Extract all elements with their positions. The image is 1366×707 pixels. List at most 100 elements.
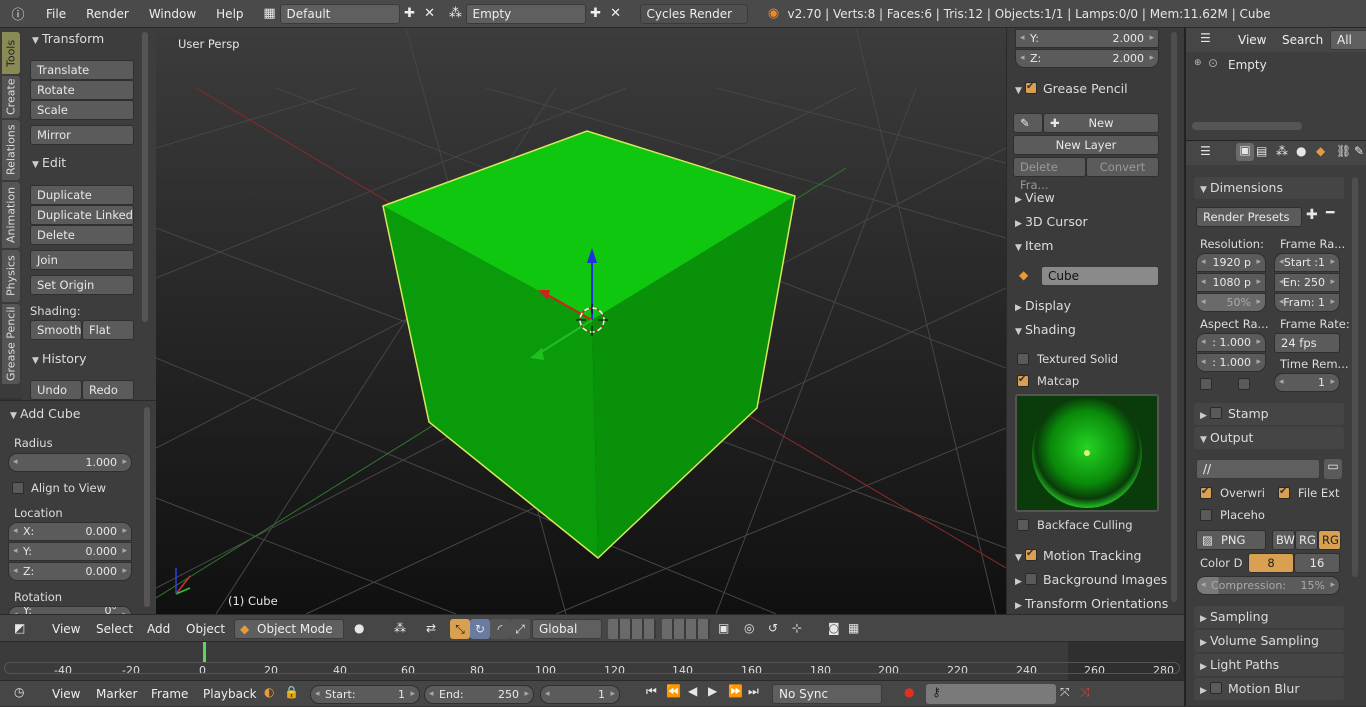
outliner-search-menu[interactable]: Search bbox=[1282, 28, 1323, 52]
menu-render[interactable]: Render bbox=[76, 0, 139, 28]
properties-scrollbar[interactable] bbox=[1352, 177, 1358, 577]
outliner-view-menu[interactable]: View bbox=[1238, 28, 1266, 52]
set-origin-dropdown[interactable]: Set Origin bbox=[30, 275, 134, 295]
matcap-checkbox[interactable] bbox=[1017, 374, 1029, 387]
npanel-scrollbar[interactable] bbox=[1171, 32, 1177, 602]
translate-manipulator-icon[interactable]: ⤡ bbox=[450, 619, 470, 639]
layers-group-2[interactable] bbox=[662, 619, 710, 639]
flat-button[interactable]: Flat bbox=[82, 320, 134, 340]
duplicate-button[interactable]: Duplicate bbox=[30, 185, 134, 205]
motion-blur-checkbox[interactable] bbox=[1210, 682, 1222, 694]
frame-rate-select[interactable]: 24 fps bbox=[1274, 333, 1340, 353]
menu-file[interactable]: File bbox=[36, 0, 76, 28]
new-layer-button[interactable]: New Layer bbox=[1013, 135, 1159, 155]
rotate-manipulator-icon[interactable]: ↻ bbox=[470, 619, 490, 639]
edit-panel-header[interactable]: ▼ Edit bbox=[22, 152, 66, 174]
jump-end-icon[interactable]: ⏭ bbox=[748, 684, 759, 699]
start-frame-field[interactable]: Start: 1 bbox=[310, 685, 420, 704]
scale-manipulator-icon[interactable]: ⤢ bbox=[510, 619, 530, 639]
item-name-field[interactable]: Cube bbox=[1041, 266, 1159, 286]
playback-menu[interactable]: Playback bbox=[203, 681, 257, 707]
timeline-view-menu[interactable]: View bbox=[52, 681, 80, 707]
tab-create[interactable]: Create bbox=[2, 76, 20, 118]
stamp-panel-header[interactable]: ▶ Stamp bbox=[1194, 403, 1344, 425]
tab-tools[interactable]: Tools bbox=[2, 32, 20, 74]
redo-panel-scrollbar[interactable] bbox=[144, 407, 150, 607]
scale-button[interactable]: Scale bbox=[30, 100, 134, 120]
item-panel-header[interactable]: ▼ Item bbox=[1015, 238, 1053, 253]
object-menu[interactable]: Object bbox=[186, 615, 225, 643]
color-depth-16-button[interactable]: 16 bbox=[1294, 553, 1340, 573]
dimension-z-field[interactable]: Z: 2.000 bbox=[1015, 49, 1159, 68]
delete-button[interactable]: Delete bbox=[30, 225, 134, 245]
align-view-checkbox[interactable] bbox=[12, 482, 24, 494]
end-frame-field[interactable]: End: 250 bbox=[424, 685, 534, 704]
delete-keyframe-icon[interactable]: ⤨ bbox=[1080, 685, 1090, 700]
toolshelf-scrollbar[interactable] bbox=[142, 32, 148, 322]
file-format-select[interactable]: ▨ PNG bbox=[1196, 530, 1266, 550]
output-path-field[interactable]: // bbox=[1196, 459, 1320, 479]
history-panel-header[interactable]: ▼ History bbox=[22, 348, 86, 370]
render-layers-icon[interactable]: ▤ bbox=[1256, 144, 1267, 158]
tab-grease-pencil[interactable]: Grease Pencil bbox=[2, 304, 20, 384]
3d-viewport[interactable]: User Persp (1) Cube bbox=[156, 28, 1006, 614]
scene-icon[interactable]: ⁂ bbox=[446, 4, 466, 24]
rotate-button[interactable]: Rotate bbox=[30, 80, 134, 100]
frame-menu[interactable]: Frame bbox=[151, 681, 188, 707]
add-layout-icon[interactable]: ✚ bbox=[400, 4, 420, 24]
modifiers-tab-icon[interactable]: ✎ bbox=[1354, 144, 1364, 158]
current-frame-field[interactable]: 1 bbox=[540, 685, 620, 704]
render-camera-icon[interactable]: ◙ bbox=[828, 621, 840, 635]
timeline-editor-type-icon[interactable]: ◷ bbox=[14, 685, 24, 699]
transform-panel-header[interactable]: ▼ Transform bbox=[22, 28, 104, 50]
pencil-icon[interactable]: ✎ bbox=[1013, 113, 1043, 133]
convert-button[interactable]: Convert bbox=[1086, 157, 1159, 177]
dimensions-panel-header[interactable]: ▼ Dimensions bbox=[1194, 177, 1344, 199]
screen-layout-icon[interactable]: ▦ bbox=[260, 4, 280, 24]
manipulator-toggle-icon[interactable]: ⇄ bbox=[426, 621, 436, 635]
radius-field[interactable]: 1.000 bbox=[8, 453, 132, 472]
proportional-edit-icon[interactable]: ◎ bbox=[744, 621, 754, 635]
scene-tab-icon[interactable]: ⁂ bbox=[1276, 144, 1288, 158]
mirror-button[interactable]: Mirror bbox=[30, 125, 134, 145]
jump-keyframe-back-icon[interactable]: ⏪ bbox=[666, 684, 681, 698]
marker-menu[interactable]: Marker bbox=[96, 681, 137, 707]
render-engine-select[interactable]: Cycles Render bbox=[639, 3, 748, 24]
insert-keyframe-icon[interactable]: ⤧ bbox=[1060, 685, 1070, 700]
aspect-y-field[interactable]: : 1.000 bbox=[1196, 353, 1266, 372]
tab-animation[interactable]: Animation bbox=[2, 182, 20, 248]
textured-solid-checkbox[interactable] bbox=[1017, 353, 1029, 365]
volume-sampling-panel-header[interactable]: ▶ Volume Sampling bbox=[1194, 630, 1344, 652]
sampling-panel-header[interactable]: ▶ Sampling bbox=[1194, 606, 1344, 628]
lock-icon[interactable]: 🔒 bbox=[284, 685, 299, 699]
placeholders-checkbox[interactable] bbox=[1200, 509, 1212, 521]
frame-end-field[interactable]: En: 250 bbox=[1274, 273, 1340, 292]
jump-start-icon[interactable]: ⏮ bbox=[646, 684, 657, 699]
add-cube-panel-header[interactable]: ▼ Add Cube bbox=[0, 403, 80, 425]
3d-cursor-panel-header[interactable]: ▶ 3D Cursor bbox=[1015, 214, 1088, 229]
color-depth-8-button[interactable]: 8 bbox=[1248, 553, 1294, 573]
menu-window[interactable]: Window bbox=[139, 0, 206, 28]
aspect-x-field[interactable]: : 1.000 bbox=[1196, 333, 1266, 352]
translate-button[interactable]: Translate bbox=[30, 60, 134, 80]
menu-help[interactable]: Help bbox=[206, 0, 253, 28]
snap-element-icon[interactable]: ⊹ bbox=[792, 621, 802, 635]
output-panel-header[interactable]: ▼ Output bbox=[1194, 427, 1344, 449]
undo-button[interactable]: Undo bbox=[30, 380, 82, 400]
dimension-y-field[interactable]: Y: 2.000 bbox=[1015, 29, 1159, 48]
world-tab-icon[interactable]: ● bbox=[1296, 144, 1306, 158]
add-preset-icon[interactable]: ✚ bbox=[1306, 207, 1318, 223]
background-images-header[interactable]: ▶ Background Images bbox=[1015, 572, 1167, 587]
location-z-field[interactable]: Z: 0.000 bbox=[8, 562, 132, 581]
expand-icon[interactable]: ⊕ bbox=[1194, 58, 1202, 68]
smooth-button[interactable]: Smooth bbox=[30, 320, 82, 340]
lock-layers-icon[interactable]: ▣ bbox=[718, 621, 729, 635]
remove-preset-icon[interactable]: ━ bbox=[1326, 205, 1334, 221]
grease-pencil-header[interactable]: ▼Grease Pencil bbox=[1015, 81, 1128, 96]
file-extensions-checkbox[interactable] bbox=[1278, 486, 1290, 499]
select-menu[interactable]: Select bbox=[96, 615, 133, 643]
add-scene-icon[interactable]: ✚ bbox=[586, 4, 606, 24]
transform-orientation-select[interactable]: Global bbox=[532, 619, 602, 639]
grease-pencil-checkbox[interactable] bbox=[1025, 81, 1037, 94]
motion-tracking-checkbox[interactable] bbox=[1025, 548, 1037, 561]
